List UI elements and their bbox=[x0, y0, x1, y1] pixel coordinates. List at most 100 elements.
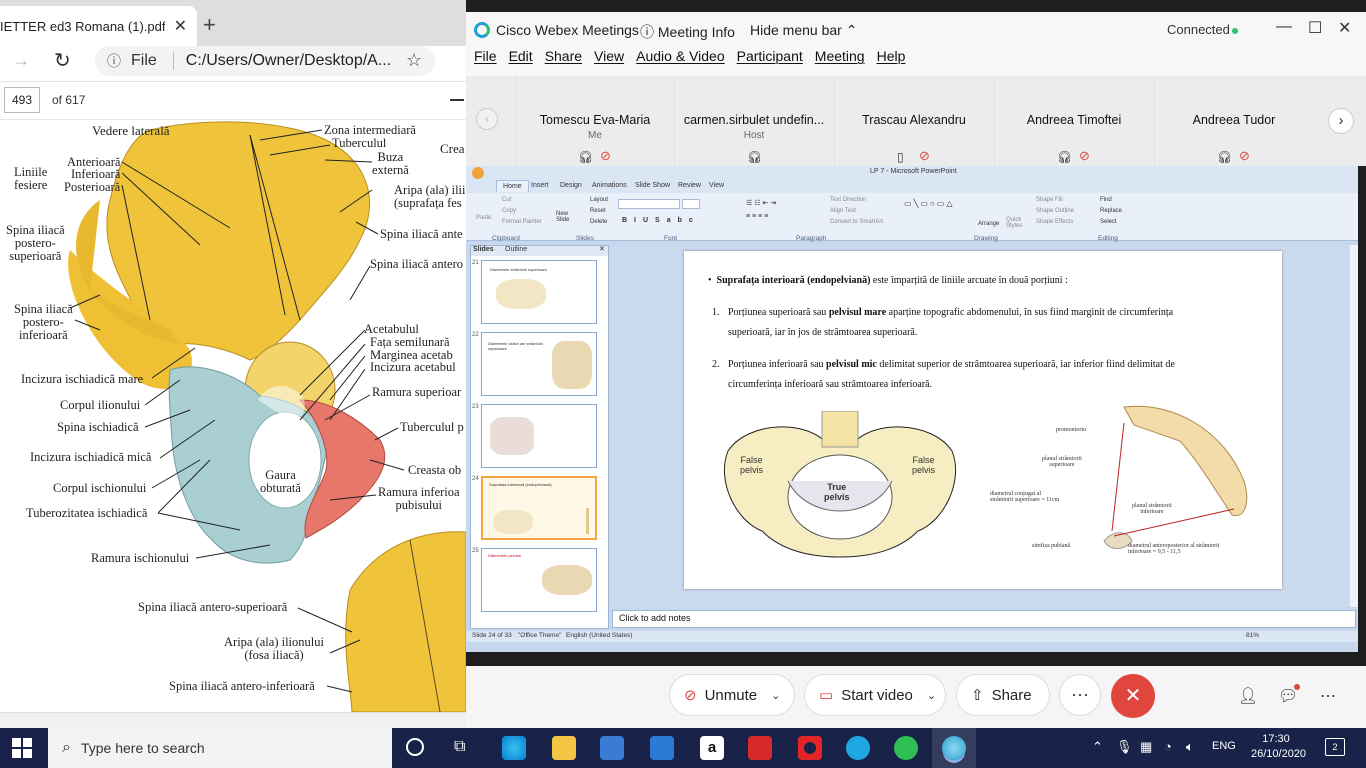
ribbon-tab-view[interactable]: View bbox=[709, 182, 724, 189]
menu-view[interactable]: View bbox=[594, 48, 624, 76]
chevron-up-icon[interactable]: ⌃ bbox=[1092, 739, 1103, 755]
mail-icon[interactable] bbox=[650, 736, 674, 760]
shapes-gallery[interactable]: ▭╲▭○▭△ bbox=[904, 199, 954, 208]
current-slide[interactable]: • Suprafața interioară (endopelviană) es… bbox=[684, 251, 1282, 589]
menu-participant[interactable]: Participant bbox=[737, 48, 803, 76]
unmute-button[interactable]: ⊘ Unmute ⌄ bbox=[669, 674, 795, 716]
info-icon[interactable]: ⓘ bbox=[107, 51, 121, 71]
ribbon-tab-insert[interactable]: Insert bbox=[531, 182, 549, 189]
horizontal-scrollbar[interactable] bbox=[0, 712, 466, 728]
chevron-down-icon[interactable]: ⌄ bbox=[771, 689, 780, 702]
amazon-icon[interactable]: a bbox=[700, 736, 724, 760]
font-size-select[interactable] bbox=[682, 199, 700, 209]
ribbon-delete-button[interactable]: Delete bbox=[590, 219, 607, 225]
meeting-info-button[interactable]: ⓘ Meeting Info bbox=[640, 22, 735, 42]
participants-next-icon[interactable]: › bbox=[1328, 108, 1354, 134]
ribbon-tab-design[interactable]: Design bbox=[560, 182, 582, 189]
app-icon[interactable] bbox=[748, 736, 772, 760]
end-meeting-button[interactable]: ✕ bbox=[1111, 674, 1155, 718]
ribbon-shape-outline-button[interactable]: Shape Outline bbox=[1036, 208, 1074, 214]
ribbon-shape-fill-button[interactable]: Shape Fill bbox=[1036, 197, 1063, 203]
ribbon-find-button[interactable]: Find bbox=[1100, 197, 1112, 203]
new-tab-icon[interactable]: + bbox=[203, 12, 216, 38]
task-view-icon[interactable]: ⧉ bbox=[454, 738, 465, 756]
more-options-button[interactable]: ··· bbox=[1059, 674, 1101, 716]
participant-tile[interactable]: carmen.sirbulet undefin... Host 🎧︎ bbox=[674, 76, 832, 166]
participant-tile[interactable]: Andreea Tudor 🎧︎ ⊘ bbox=[1154, 76, 1312, 166]
ribbon-arrange-button[interactable]: Arrange bbox=[978, 221, 999, 227]
clock[interactable]: 17:30 26/10/2020 bbox=[1251, 732, 1306, 762]
ribbon-format-painter-button[interactable]: Format Painter bbox=[502, 219, 542, 225]
ribbon-copy-button[interactable]: Copy bbox=[502, 208, 516, 214]
volume-icon[interactable]: 🔈︎ bbox=[1186, 739, 1194, 755]
ribbon-tab-slide-show[interactable]: Slide Show bbox=[635, 182, 670, 189]
close-icon[interactable]: ✕ bbox=[174, 16, 187, 36]
address-bar[interactable]: ⓘ File C:/Users/Owner/Desktop/A... bbox=[95, 46, 435, 76]
microphone-icon[interactable]: 🎙︎ bbox=[1116, 739, 1133, 755]
chevron-down-icon[interactable]: ⌄ bbox=[927, 689, 936, 702]
ribbon-text-direction-button[interactable]: Text Direction bbox=[830, 197, 866, 203]
file-explorer-icon[interactable] bbox=[552, 736, 576, 760]
participants-prev-icon[interactable]: ‹ bbox=[476, 108, 498, 130]
slide-thumbnail[interactable]: Diferențele pelvine bbox=[481, 548, 597, 612]
ribbon-quick-styles-button[interactable]: Quick Styles bbox=[1006, 217, 1022, 229]
cortana-icon[interactable] bbox=[406, 738, 424, 756]
align-buttons[interactable]: ≡ ≡ ≡ ≡ bbox=[746, 213, 768, 220]
ribbon-convert-smartart-button[interactable]: Convert to SmartArt bbox=[830, 219, 883, 225]
notification-center-icon[interactable]: 2 bbox=[1325, 738, 1345, 756]
participant-tile[interactable]: Andreea Timoftei 🎧︎ ⊘ bbox=[994, 76, 1152, 166]
close-icon[interactable]: ✕ bbox=[1338, 18, 1351, 38]
wifi-icon[interactable]: ◔ bbox=[1164, 739, 1172, 754]
participants-icon[interactable]: 👤︎ bbox=[1238, 686, 1258, 706]
status-zoom[interactable]: 81% bbox=[1246, 632, 1259, 639]
ribbon-layout-button[interactable]: Layout bbox=[590, 197, 608, 203]
page-number-input[interactable]: 493 bbox=[4, 87, 40, 113]
edge-icon[interactable] bbox=[502, 736, 526, 760]
notes-pane[interactable]: Click to add notes bbox=[612, 610, 1356, 628]
opera-icon[interactable] bbox=[798, 736, 822, 760]
office-button-icon[interactable] bbox=[472, 167, 484, 179]
pane-tab-slides[interactable]: Slides bbox=[473, 246, 494, 253]
ribbon-tab-review[interactable]: Review bbox=[678, 182, 701, 189]
ribbon-paste-button[interactable]: Paste bbox=[476, 215, 491, 221]
slide-thumbnail[interactable]: Diametrele oblice ale strâmtorii superio… bbox=[481, 332, 597, 396]
ribbon-select-button[interactable]: Select bbox=[1100, 219, 1117, 225]
font-style-buttons[interactable]: BIUSabc bbox=[622, 217, 700, 224]
network-icon[interactable]: ▦ bbox=[1140, 739, 1152, 755]
reload-icon[interactable]: ↻ bbox=[54, 48, 71, 73]
share-button[interactable]: ⇧ Share bbox=[956, 674, 1050, 716]
participant-tile[interactable]: Tomescu Eva-Maria Me 🎧︎ ⊘ bbox=[515, 76, 673, 166]
store-icon[interactable] bbox=[600, 736, 624, 760]
slide-thumbnail-selected[interactable]: Suprafața interioară (endopelviană) bbox=[481, 476, 597, 540]
taskbar-search[interactable]: ⌕ Type here to search bbox=[48, 728, 392, 768]
forward-icon[interactable]: → bbox=[12, 50, 30, 71]
maximize-icon[interactable]: ☐ bbox=[1308, 18, 1322, 38]
participant-tile[interactable]: Trascau Alexandru ▯ ⊘ bbox=[834, 76, 992, 166]
font-family-select[interactable] bbox=[618, 199, 680, 209]
browser-tab-pdf[interactable]: IETTER ed3 Romana (1).pdf ✕ bbox=[0, 6, 197, 46]
ribbon-reset-button[interactable]: Reset bbox=[590, 208, 606, 214]
ribbon-replace-button[interactable]: Replace bbox=[1100, 208, 1122, 214]
menu-edit[interactable]: Edit bbox=[509, 48, 533, 76]
start-video-button[interactable]: ▭ Start video ⌄ bbox=[804, 674, 946, 716]
close-icon[interactable]: ✕ bbox=[599, 245, 605, 253]
ribbon-shape-effects-button[interactable]: Shape Effects bbox=[1036, 219, 1073, 225]
slide-thumbnail[interactable]: Diametrele strâmtorii superioare bbox=[481, 260, 597, 324]
language-indicator[interactable]: ENG bbox=[1212, 740, 1236, 752]
pane-tab-outline[interactable]: Outline bbox=[505, 246, 527, 253]
menu-share[interactable]: Share bbox=[545, 48, 582, 76]
hide-menu-bar-button[interactable]: Hide menu bar ⌃ bbox=[750, 22, 857, 39]
favorite-star-icon[interactable]: ☆ bbox=[406, 50, 422, 71]
zoom-out-icon[interactable] bbox=[450, 99, 464, 101]
menu-meeting[interactable]: Meeting bbox=[815, 48, 865, 76]
minimize-icon[interactable]: — bbox=[1276, 18, 1292, 36]
list-buttons[interactable]: ☰ ☷ ⇤ ⇥ bbox=[746, 199, 776, 207]
menu-file[interactable]: File bbox=[474, 48, 497, 76]
more-icon[interactable]: ⋯ bbox=[1320, 686, 1336, 706]
slide-thumbnail[interactable] bbox=[481, 404, 597, 468]
ribbon-new-slide-button[interactable]: New Slide bbox=[556, 211, 569, 223]
ribbon-tab-animations[interactable]: Animations bbox=[592, 182, 627, 189]
whatsapp-icon[interactable] bbox=[894, 736, 918, 760]
ribbon-cut-button[interactable]: Cut bbox=[502, 197, 511, 203]
windows-start-icon[interactable] bbox=[12, 738, 32, 758]
